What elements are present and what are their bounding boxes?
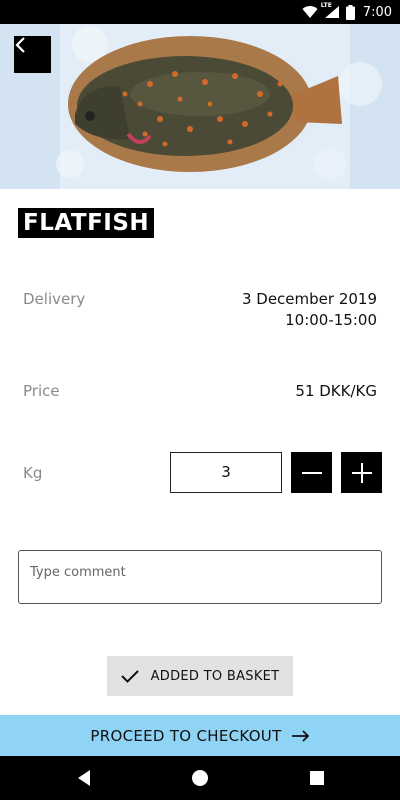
wifi-icon (302, 6, 318, 19)
status-icons: LTE 7:00 (302, 0, 392, 24)
comment-placeholder: Type comment (30, 565, 126, 580)
added-to-basket-button[interactable]: ADDED TO BASKET (107, 656, 293, 696)
lte-signal-icon: LTE (320, 2, 340, 19)
battery-icon (345, 4, 355, 20)
status-time: 7:00 (362, 4, 392, 20)
nav-home-button[interactable] (188, 766, 212, 790)
kg-label: Kg (23, 464, 43, 482)
delivery-date: 3 December 2019 (241, 290, 377, 308)
checkmark-icon (120, 670, 139, 683)
circle-home-icon (192, 770, 208, 786)
increase-button[interactable] (341, 452, 382, 493)
decrease-button[interactable] (291, 452, 332, 493)
network-label: LTE (320, 2, 332, 9)
back-button[interactable] (14, 36, 51, 73)
navigation-bar (0, 756, 400, 800)
price-label: Price (23, 382, 60, 400)
added-to-basket-label: ADDED TO BASKET (150, 668, 280, 684)
nav-back-button[interactable] (72, 766, 96, 790)
proceed-to-checkout-button[interactable]: PROCEED TO CHECKOUT (0, 715, 400, 756)
nav-recent-button[interactable] (305, 766, 329, 790)
checkout-label: PROCEED TO CHECKOUT (90, 726, 282, 745)
quantity-input[interactable]: 3 (170, 452, 282, 493)
product-image (0, 24, 400, 189)
delivery-value: 3 December 2019 10:00-15:00 (242, 289, 377, 331)
chevron-left-icon (15, 37, 25, 53)
price-value: 51 DKK/KG (295, 382, 377, 400)
comment-field[interactable]: Type comment (18, 550, 382, 604)
minus-icon (301, 471, 322, 474)
triangle-back-icon (78, 770, 90, 786)
square-recents-icon (310, 771, 324, 785)
delivery-time: 10:00-15:00 (285, 311, 377, 329)
product-title: FLATFISH (18, 208, 155, 238)
flatfish-photo (0, 24, 400, 189)
delivery-label: Delivery (23, 290, 86, 308)
arrow-right-icon (291, 729, 309, 742)
plus-icon (351, 462, 372, 483)
status-bar: LTE 7:00 (0, 0, 400, 24)
